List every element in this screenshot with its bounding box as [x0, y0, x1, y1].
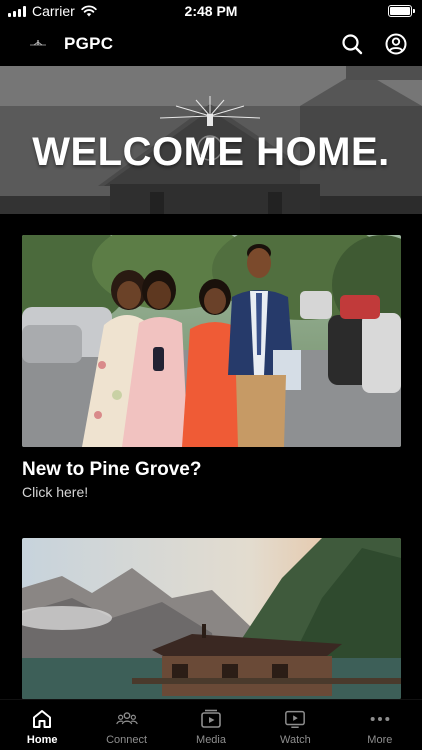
header-actions: [340, 32, 408, 56]
search-icon: [342, 34, 363, 55]
more-icon: [369, 708, 391, 730]
wifi-icon: [81, 5, 97, 17]
hero-title: WELCOME HOME.: [32, 130, 390, 174]
tab-label: Connect: [106, 734, 148, 746]
content-feed[interactable]: New to Pine Grove? Click here!: [0, 214, 422, 699]
media-icon: [200, 708, 222, 730]
signal-icon: [8, 5, 26, 17]
home-icon: [31, 708, 53, 730]
mountain-lake-image: [22, 538, 401, 699]
app-title: PGPC: [64, 34, 114, 53]
group-photo-image: [22, 235, 401, 447]
tab-label: Watch: [280, 734, 311, 746]
tab-label: Home: [26, 734, 58, 746]
account-button[interactable]: [384, 32, 408, 56]
tab-watch[interactable]: Watch: [253, 700, 337, 750]
app-header: PGPC: [0, 22, 422, 66]
welcome-banner[interactable]: WELCOME HOME.: [0, 66, 422, 214]
card-subtitle: Click here!: [22, 484, 89, 500]
carrier-label: Carrier: [32, 3, 75, 19]
tab-label: More: [367, 734, 393, 746]
new-to-pine-grove-card[interactable]: New to Pine Grove? Click here!: [22, 235, 401, 500]
tab-more[interactable]: More: [338, 700, 422, 750]
card-title: New to Pine Grove?: [22, 459, 202, 480]
church-logo-icon[interactable]: [28, 34, 48, 54]
battery-fill: [390, 7, 410, 15]
tab-bar: Home Connect Media Watch More: [0, 699, 422, 750]
tab-label: Media: [196, 734, 226, 746]
tab-home[interactable]: Home: [0, 700, 84, 750]
account-icon: [385, 33, 407, 55]
tab-media[interactable]: Media: [169, 700, 253, 750]
mountain-lake-card[interactable]: [22, 538, 401, 699]
battery-icon: [388, 5, 415, 17]
status-bar: Carrier 2:48 PM: [0, 0, 422, 22]
people-icon: [115, 708, 138, 730]
search-button[interactable]: [340, 32, 364, 56]
play-icon: [284, 708, 306, 730]
status-left: Carrier: [8, 3, 97, 19]
tab-connect[interactable]: Connect: [84, 700, 168, 750]
